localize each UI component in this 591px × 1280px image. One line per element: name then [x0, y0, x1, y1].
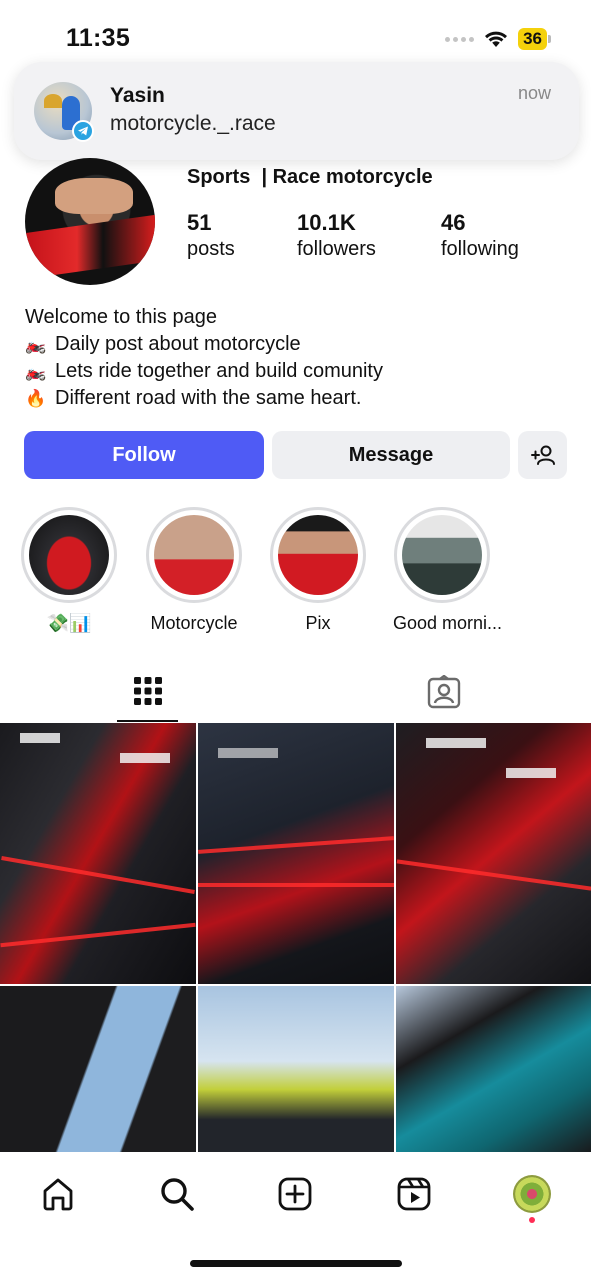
highlight-ring [394, 507, 490, 603]
bio-line: 🔥 Different road with the same heart. [25, 385, 383, 412]
post-thumbnail[interactable] [0, 986, 196, 1153]
notification-dot [529, 1217, 535, 1223]
highlight-label: Good morni... [393, 613, 503, 633]
reels-icon [397, 1177, 431, 1211]
stat-following[interactable]: 46 following [441, 210, 519, 261]
post-thumbnail[interactable] [396, 986, 591, 1153]
tagged-icon [427, 675, 460, 709]
battery-level: 36 [518, 28, 547, 50]
bio-line: 🏍️ Daily post about motorcycle [25, 331, 383, 358]
nav-create[interactable] [275, 1174, 315, 1214]
highlight-label: Motorcycle [150, 613, 238, 633]
nav-profile[interactable] [512, 1174, 552, 1214]
highlight-cover [402, 515, 482, 595]
notification-message: motorcycle._.race [110, 112, 276, 135]
status-bar: 11:35 36 [0, 0, 591, 70]
motorcycle-icon: 🏍️ [25, 362, 47, 381]
highlight-item[interactable]: 💸📊 [20, 507, 118, 634]
search-icon [161, 1178, 194, 1211]
highlight-label: 💸📊 [46, 613, 92, 633]
tab-tagged[interactable] [413, 662, 474, 722]
home-indicator[interactable] [190, 1260, 402, 1267]
bio-text: Welcome to this page [25, 306, 217, 328]
highlight-item[interactable]: Motorcycle [145, 507, 243, 634]
message-button[interactable]: Message [272, 431, 510, 479]
highlight-ring [21, 507, 117, 603]
nav-reels[interactable] [394, 1174, 434, 1214]
grid-icon [133, 677, 162, 705]
nav-search[interactable] [157, 1174, 197, 1214]
motorcycle-icon: 🏍️ [25, 335, 47, 354]
notification-banner[interactable]: Yasin motorcycle._.race now [14, 62, 579, 160]
signal-icon [445, 36, 475, 42]
notification-sender: Yasin [110, 84, 165, 107]
fire-icon: 🔥 [25, 389, 47, 408]
stat-label: followers [297, 238, 376, 260]
post-thumbnail[interactable] [198, 986, 394, 1153]
highlight-cover [29, 515, 109, 595]
create-icon [278, 1177, 312, 1211]
bio-line: 🏍️ Lets ride together and build comunity [25, 358, 383, 385]
tab-posts[interactable] [117, 662, 178, 722]
wifi-icon [485, 31, 508, 47]
stat-value: 10.1K [297, 210, 356, 235]
bio-text: Different road with the same heart. [55, 387, 362, 409]
highlight-ring [270, 507, 366, 603]
add-user-icon [530, 445, 555, 465]
stat-label: following [441, 238, 519, 260]
profile-category: Sports | Race motorcycle [187, 166, 433, 188]
profile-bio: Welcome to this page 🏍️ Daily post about… [25, 304, 383, 412]
highlight-cover [154, 515, 234, 595]
nav-home[interactable] [38, 1174, 78, 1214]
status-indicators: 36 [445, 28, 551, 50]
notification-time: now [517, 83, 551, 103]
highlight-item[interactable]: Good morni... [393, 507, 503, 634]
highlight-item[interactable]: Pix [269, 507, 367, 634]
profile-avatar [513, 1175, 551, 1213]
post-thumbnail[interactable] [396, 723, 591, 984]
add-user-button[interactable] [518, 431, 567, 479]
stat-value: 51 [187, 210, 212, 235]
profile-picture[interactable] [25, 158, 155, 285]
highlight-label: Pix [305, 613, 331, 633]
status-time: 11:35 [66, 24, 131, 52]
follow-button[interactable]: Follow [24, 431, 264, 479]
battery-icon: 36 [518, 28, 551, 50]
post-thumbnail[interactable] [198, 723, 394, 984]
bio-line: Welcome to this page [25, 304, 383, 331]
stat-followers[interactable]: 10.1K followers [297, 210, 376, 261]
bio-text: Daily post about motorcycle [55, 333, 301, 355]
telegram-icon [72, 120, 94, 142]
bio-text: Lets ride together and build comunity [55, 360, 383, 382]
post-thumbnail[interactable] [0, 723, 196, 984]
highlight-ring [146, 507, 242, 603]
highlight-cover [278, 515, 358, 595]
home-icon [43, 1178, 73, 1211]
bottom-nav [0, 1152, 591, 1280]
stat-value: 46 [441, 210, 466, 235]
stat-posts[interactable]: 51 posts [187, 210, 235, 261]
stat-label: posts [187, 238, 235, 260]
